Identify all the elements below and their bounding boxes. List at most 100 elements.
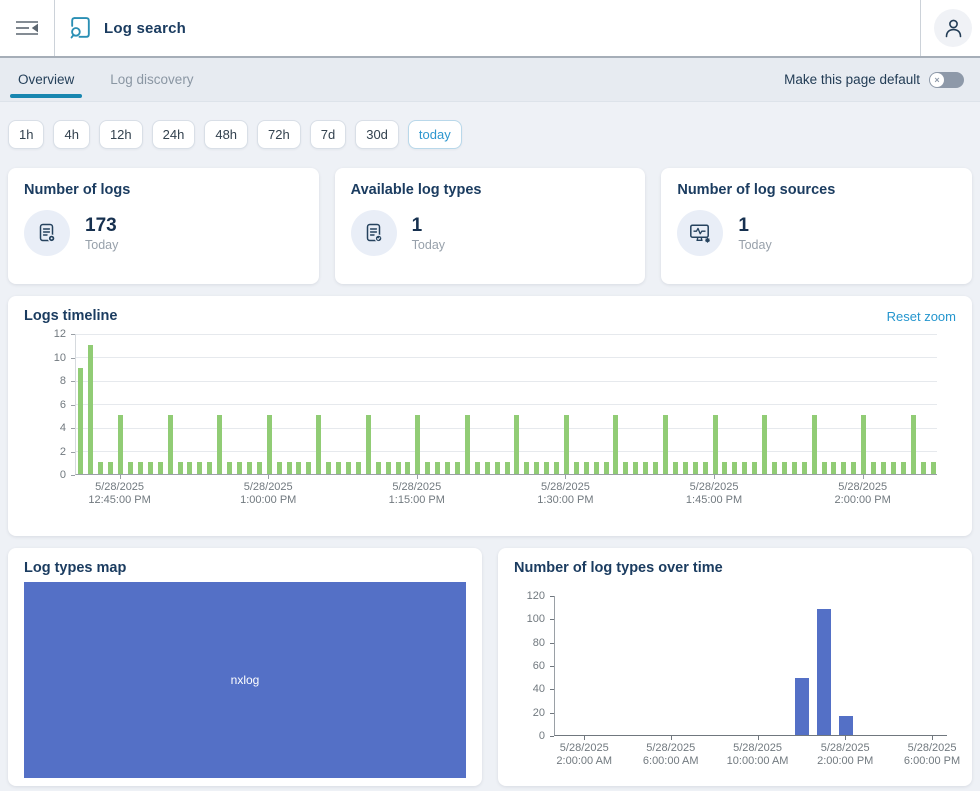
log-search-icon — [68, 15, 93, 41]
bar — [851, 462, 856, 474]
x-tick-label: 5/28/20251:00:00 PM — [240, 481, 296, 507]
reset-zoom-link[interactable]: Reset zoom — [887, 309, 956, 324]
bar — [128, 462, 133, 474]
bar — [643, 462, 648, 474]
bar — [841, 462, 846, 474]
bar — [356, 462, 361, 474]
bar — [396, 462, 401, 474]
bar — [78, 368, 83, 474]
range-button-30d[interactable]: 30d — [355, 120, 399, 149]
bar — [574, 462, 579, 474]
tab-overview[interactable]: Overview — [16, 58, 76, 101]
bar — [871, 462, 876, 474]
bar — [584, 462, 589, 474]
header-divider-right — [920, 0, 921, 56]
bar — [257, 462, 262, 474]
stat-title: Number of log sources — [677, 182, 956, 198]
bar — [118, 415, 123, 474]
bar — [693, 462, 698, 474]
bar — [336, 462, 341, 474]
x-tick-label: 5/28/20251:15:00 PM — [389, 481, 445, 507]
y-tick-label: 120 — [514, 590, 545, 603]
bar — [247, 462, 252, 474]
bar — [831, 462, 836, 474]
bar — [98, 462, 103, 474]
bar — [752, 462, 757, 474]
bar — [237, 462, 242, 474]
bar — [795, 678, 809, 735]
make-default-toggle[interactable]: × — [929, 72, 964, 88]
logs-timeline-title: Logs timeline — [24, 308, 117, 324]
bar — [524, 462, 529, 474]
bar — [544, 462, 549, 474]
bar — [554, 462, 559, 474]
bar — [217, 415, 222, 474]
bar — [296, 462, 301, 474]
bar — [316, 415, 321, 474]
stat-card-number-of-logs: Number of logs 173 — [8, 168, 319, 284]
bar — [88, 345, 93, 474]
bar — [168, 415, 173, 474]
bar — [792, 462, 797, 474]
bar — [921, 462, 926, 474]
stat-title: Available log types — [351, 182, 630, 198]
x-tick-label: 5/28/20252:00:00 AM — [556, 742, 612, 768]
top-bar: Log search — [0, 0, 980, 58]
stat-caption: Today — [85, 238, 118, 252]
tab-strip: Overview Log discovery Make this page de… — [0, 58, 980, 102]
y-tick-label: 4 — [24, 422, 66, 435]
sidebar-collapse-button[interactable] — [0, 0, 54, 56]
stat-caption: Today — [738, 238, 771, 252]
range-button-12h[interactable]: 12h — [99, 120, 143, 149]
bar — [839, 716, 853, 735]
logs-timeline-chart[interactable]: 0246810125/28/202512:45:00 PM5/28/20251:… — [24, 324, 956, 520]
tab-overview-label: Overview — [18, 72, 74, 87]
range-button-48h[interactable]: 48h — [204, 120, 248, 149]
x-tick-label: 5/28/20256:00:00 AM — [643, 742, 699, 768]
x-tick-label: 5/28/20252:00:00 PM — [835, 481, 891, 507]
bar — [227, 462, 232, 474]
bar — [732, 462, 737, 474]
bar — [604, 462, 609, 474]
page-head: Log search — [55, 15, 186, 41]
stat-icon-circle — [351, 210, 397, 256]
bar — [366, 415, 371, 474]
y-tick-label: 12 — [24, 328, 66, 341]
bar — [287, 462, 292, 474]
range-button-7d[interactable]: 7d — [310, 120, 346, 149]
tab-log-discovery[interactable]: Log discovery — [108, 58, 195, 101]
range-button-1h[interactable]: 1h — [8, 120, 44, 149]
user-avatar-button[interactable] — [934, 9, 972, 47]
log-type-check-icon — [363, 222, 385, 244]
y-tick-label: 8 — [24, 375, 66, 388]
toggle-knob: × — [930, 73, 944, 87]
bottom-card-row: Log types map nxlog Number of log types … — [8, 548, 972, 786]
x-tick-label: 5/28/20252:00:00 PM — [817, 742, 873, 768]
bar — [108, 462, 113, 474]
x-tick-label: 5/28/20251:30:00 PM — [537, 481, 593, 507]
range-button-24h[interactable]: 24h — [152, 120, 196, 149]
y-tick-label: 6 — [24, 399, 66, 412]
bar — [197, 462, 202, 474]
range-button-today[interactable]: today — [408, 120, 462, 149]
bar — [148, 462, 153, 474]
y-tick-label: 60 — [514, 660, 545, 673]
bar — [653, 462, 658, 474]
bar — [386, 462, 391, 474]
plot-area — [554, 596, 947, 736]
bar — [455, 462, 460, 474]
collapse-menu-icon — [15, 18, 40, 38]
bar — [514, 415, 519, 474]
time-range-bar: 1h 4h 12h 24h 48h 72h 7d 30d today — [8, 120, 972, 149]
treemap-node-nxlog[interactable]: nxlog — [24, 582, 466, 778]
bar — [425, 462, 430, 474]
bar — [534, 462, 539, 474]
bar — [891, 462, 896, 474]
page-title: Log search — [104, 20, 186, 37]
bar — [267, 415, 272, 474]
app-window: Log search Overview Log discovery Make t… — [0, 0, 980, 791]
bar — [663, 415, 668, 474]
plot-area[interactable] — [75, 334, 937, 475]
range-button-4h[interactable]: 4h — [53, 120, 89, 149]
range-button-72h[interactable]: 72h — [257, 120, 301, 149]
